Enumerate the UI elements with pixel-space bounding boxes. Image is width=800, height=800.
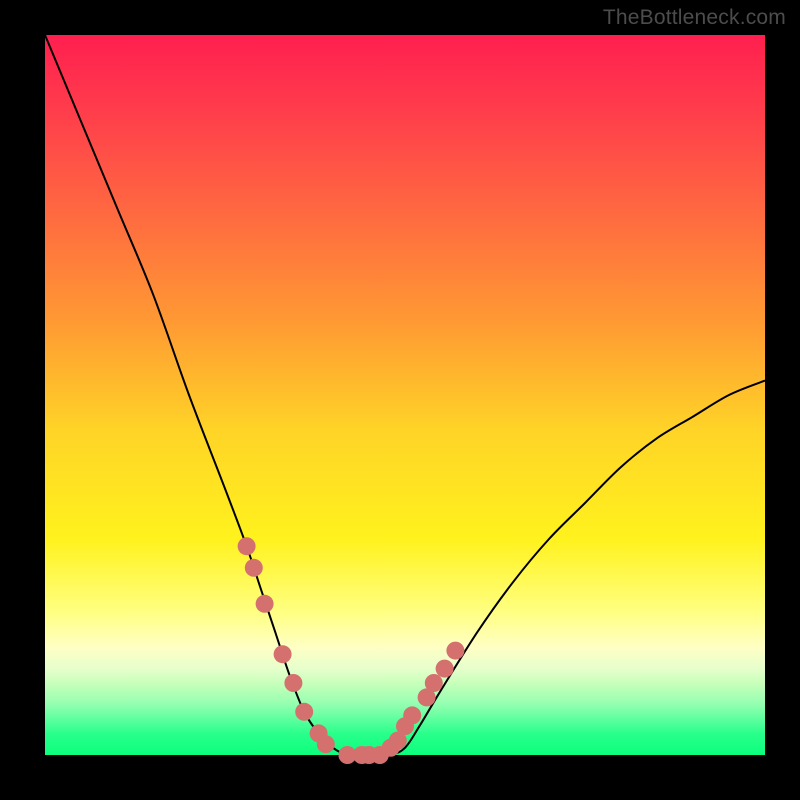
highlight-point — [317, 735, 335, 753]
curve-layer — [45, 35, 765, 756]
highlight-point — [403, 706, 421, 724]
highlight-point — [425, 674, 443, 692]
highlight-point — [256, 595, 274, 613]
highlight-point — [446, 642, 464, 660]
highlight-point — [284, 674, 302, 692]
highlight-point — [436, 660, 454, 678]
marker-layer — [238, 537, 465, 764]
watermark-text: TheBottleneck.com — [603, 6, 786, 30]
bottleneck-curve — [45, 35, 765, 756]
highlight-point — [274, 645, 292, 663]
highlight-point — [245, 559, 263, 577]
chart-svg — [0, 0, 800, 800]
highlight-point — [238, 537, 256, 555]
chart-container: { "watermark": "TheBottleneck.com", "cha… — [0, 0, 800, 800]
highlight-point — [295, 703, 313, 721]
